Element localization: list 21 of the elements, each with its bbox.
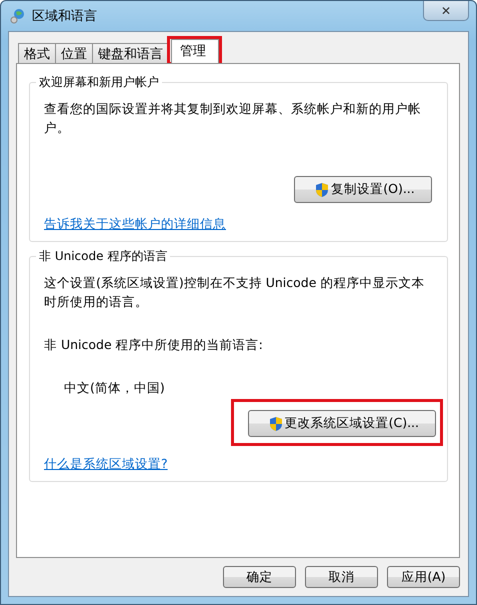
tab[interactable]: 格式 [18,43,56,63]
dialog-button[interactable]: 取消 [305,566,378,588]
globe-icon [10,8,26,24]
tab[interactable]: 键盘和语言 [92,43,169,63]
description-text: 这个设置(系统区域设置)控制在不支持 Unicode 的程序中显示文本时所使用的语言。 [44,274,426,311]
settings-button[interactable]: 复制设置(O)... [294,176,432,203]
group-title: 欢迎屏幕和新用户帐户 [36,74,162,91]
dialog-button[interactable]: 应用(A) [387,566,460,588]
description-text: 查看您的国际设置并将其复制到欢迎屏幕、系统帐户和新的用户帐户。 [44,100,422,137]
shield-icon [315,182,330,198]
help-link[interactable]: 什么是系统区域设置? [44,456,168,473]
dialog-button[interactable]: 确定 [223,566,296,588]
window-title: 区域和语言 [32,8,97,25]
description-text: 非 Unicode 程序中所使用的当前语言: [44,336,264,354]
shield-icon [268,416,283,432]
help-link[interactable]: 告诉我关于这些帐户的详细信息 [44,216,226,233]
tab[interactable]: 位置 [55,43,93,63]
close-button[interactable]: ✕ [423,1,469,21]
tab[interactable]: 管理 [171,39,219,63]
language-value: 中文(简体，中国) [64,379,166,397]
settings-button[interactable]: 更改系统区域设置(C)... [248,410,436,437]
